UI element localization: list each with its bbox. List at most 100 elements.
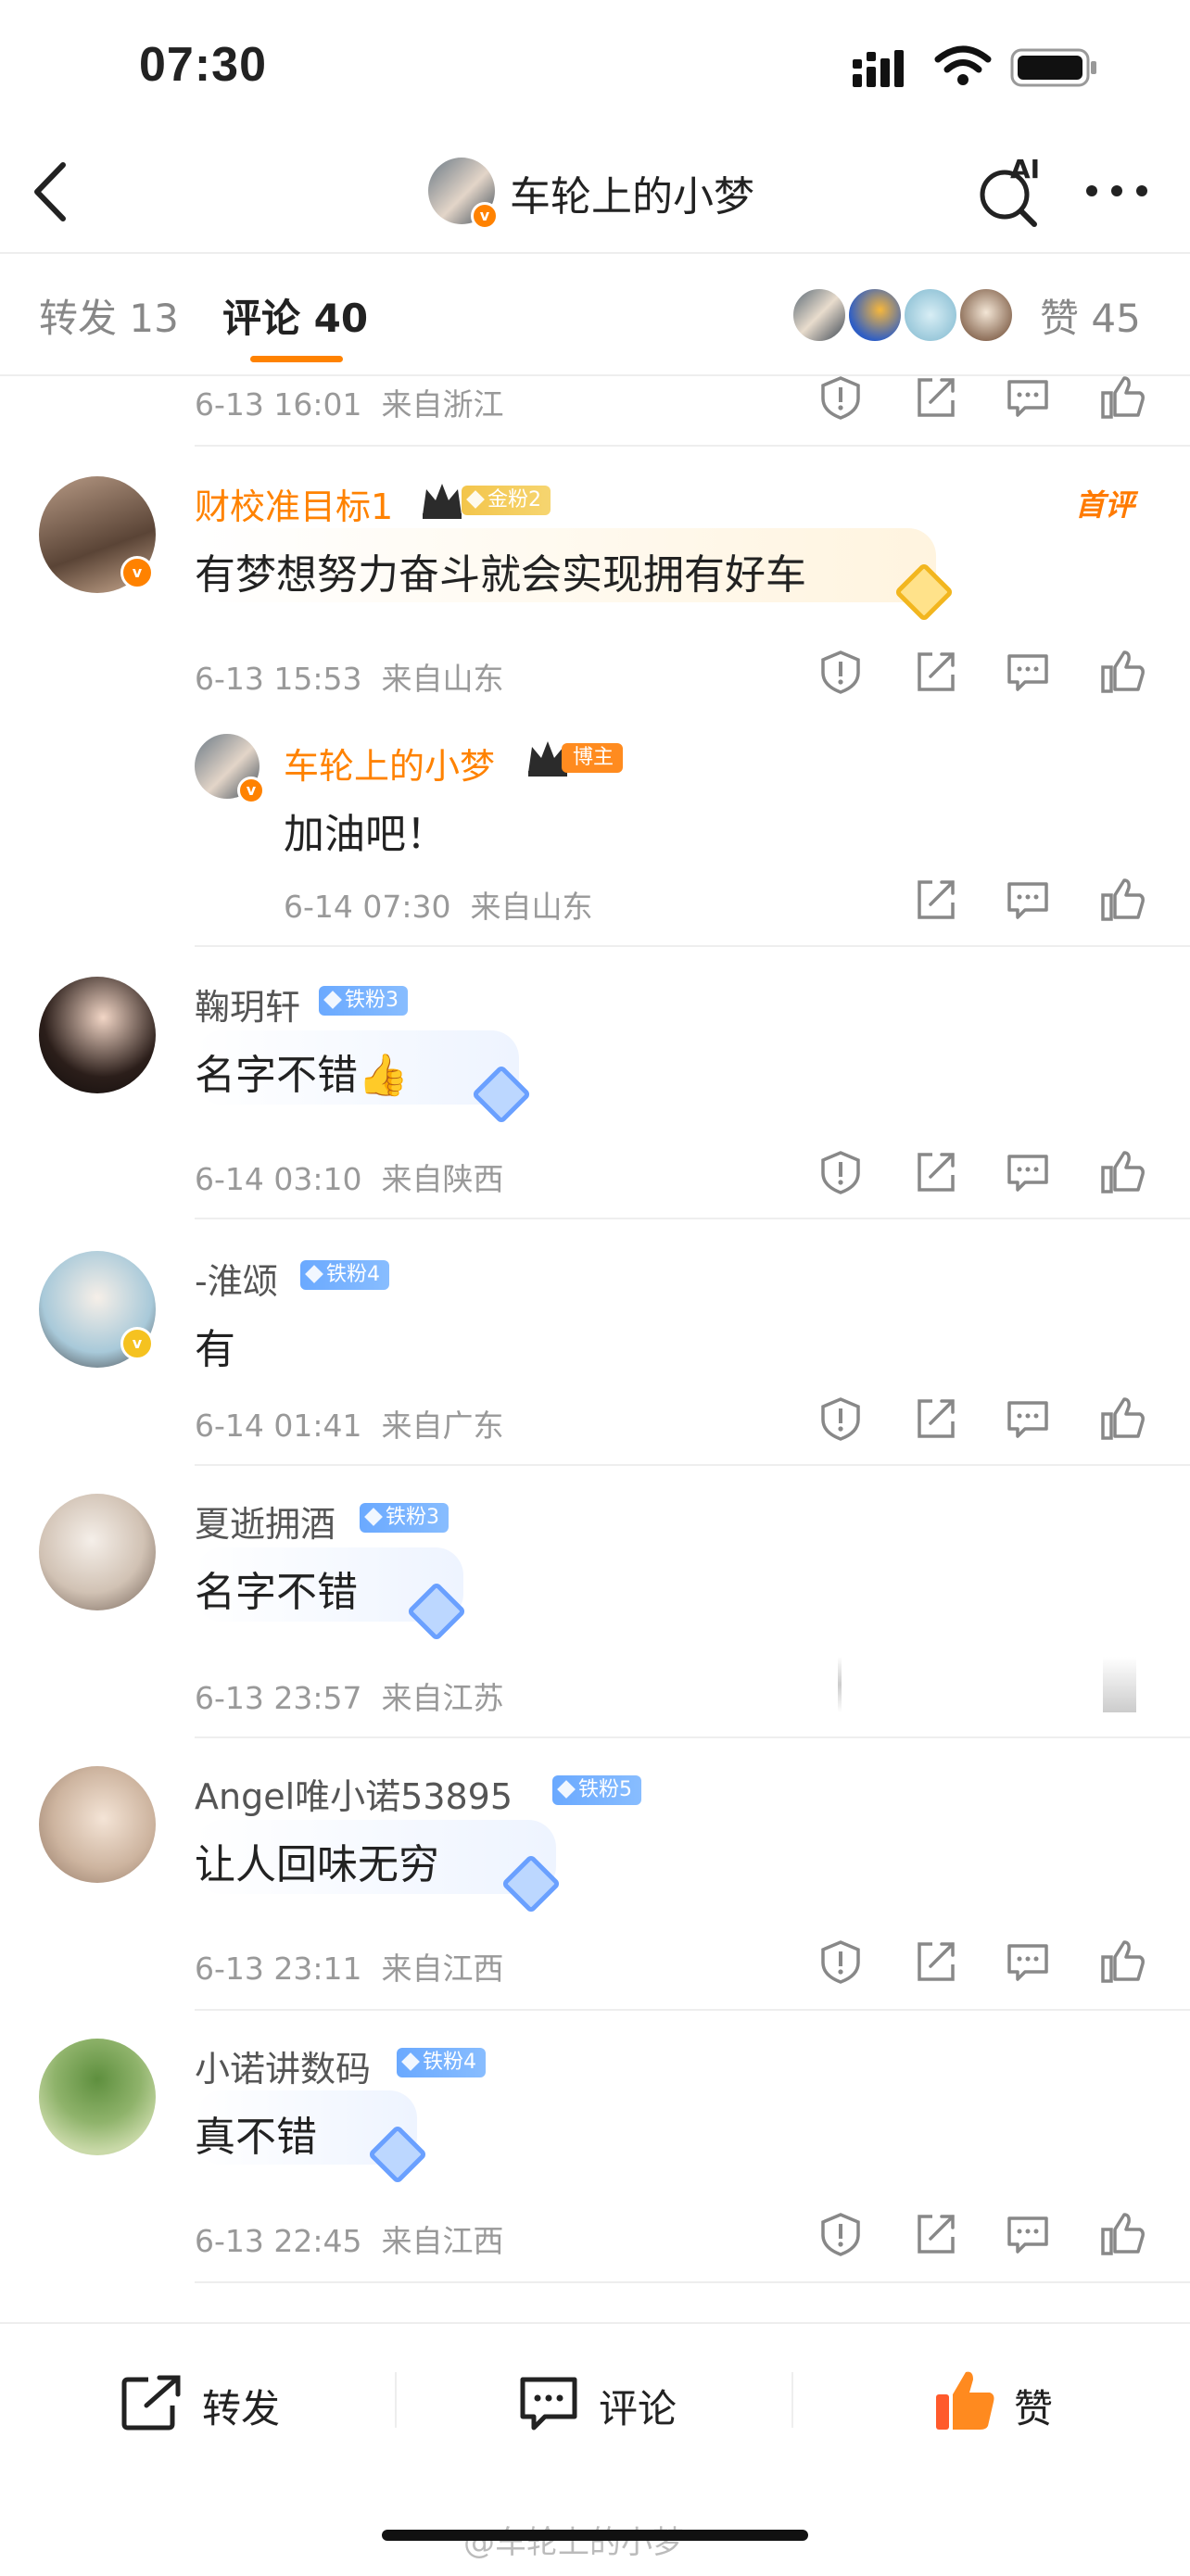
comment-meta: 6-13 23:11 来自江西 (195, 1944, 503, 1989)
report-icon[interactable] (817, 374, 864, 421)
comment-meta: 6-13 16:01 来自浙江 (195, 380, 503, 424)
divider (195, 1464, 1190, 1466)
thumbs-up-icon[interactable] (1099, 1395, 1146, 1442)
comment-time: 6-13 22:45 (195, 2223, 362, 2259)
comment-username[interactable]: 夏逝拥酒 (195, 1496, 335, 1547)
comment-avatar[interactable] (39, 1494, 156, 1610)
reply-username[interactable]: 车轮上的小梦 (284, 738, 495, 789)
thumbs-up-icon[interactable] (1099, 649, 1146, 695)
comment-text: 名字不错👍 (195, 1052, 409, 1099)
tab-repost[interactable]: 转发 13 (39, 287, 179, 344)
comment-avatar[interactable] (39, 2039, 156, 2155)
comment-time: 6-13 16:01 (195, 386, 362, 423)
comment-text: 名字不错 (195, 1569, 358, 1616)
wifi-icon (934, 45, 992, 85)
report-icon[interactable] (817, 649, 864, 695)
divider (791, 2372, 793, 2428)
comment-meta: 6-13 15:53 来自山东 (195, 654, 503, 699)
comment-location: 来自陕西 (381, 1161, 504, 1197)
thumbs-up-icon[interactable] (1099, 1938, 1146, 1985)
back-arrow-icon[interactable] (28, 159, 74, 224)
reply-meta: 6-14 07:30 来自山东 (284, 882, 592, 927)
liker-avatars[interactable] (791, 287, 1014, 343)
share-icon[interactable] (912, 649, 958, 695)
comment-location: 来自山东 (470, 889, 593, 925)
author-badge: 博主 (562, 743, 624, 773)
active-tab-indicator (250, 356, 343, 362)
reply-icon[interactable] (1005, 2211, 1051, 2257)
fan-badge: 金粉2 (462, 486, 551, 515)
comment-username[interactable]: Angel唯小诺53895 (195, 1768, 513, 1819)
reply-icon[interactable] (1005, 1395, 1051, 1442)
comment-icon[interactable] (517, 2374, 582, 2433)
comment-text: 真不错 (195, 2114, 317, 2161)
fan-badge: 铁粉3 (360, 1503, 449, 1533)
comment-button-label[interactable]: 评论 (599, 2378, 677, 2434)
comment-time: 6-14 03:10 (195, 1161, 362, 1197)
comment-meta: 6-14 01:41 来自广东 (195, 1401, 503, 1446)
thumbs-up-icon[interactable] (1099, 2211, 1146, 2257)
reply-icon[interactable] (1005, 1149, 1051, 1195)
share-icon[interactable] (912, 1395, 958, 1442)
verified-badge-icon: v (237, 777, 265, 804)
divider (395, 2372, 397, 2428)
loading-placeholder (1103, 1657, 1136, 1712)
share-icon[interactable] (912, 1149, 958, 1195)
divider (195, 2009, 1190, 2011)
share-icon[interactable] (912, 2211, 958, 2257)
divider (195, 1736, 1190, 1738)
report-icon[interactable] (817, 1395, 864, 1442)
comment-username[interactable]: 财校准目标1 (195, 478, 393, 529)
reply-icon[interactable] (1005, 1938, 1051, 1985)
report-icon[interactable] (817, 2211, 864, 2257)
comment-time: 6-14 07:30 (284, 889, 451, 925)
comment-location: 来自广东 (381, 1408, 504, 1444)
comment-meta: 6-13 22:45 来自江西 (195, 2216, 503, 2261)
reply-icon[interactable] (1005, 877, 1051, 923)
repost-icon[interactable] (120, 2374, 185, 2431)
more-options-icon[interactable] (1084, 182, 1149, 200)
divider (195, 945, 1190, 947)
like-icon[interactable] (932, 2367, 997, 2433)
report-icon[interactable] (817, 1149, 864, 1195)
fan-badge: 铁粉4 (397, 2048, 486, 2077)
fan-badge: 铁粉3 (319, 986, 408, 1016)
liker-avatar (958, 287, 1014, 343)
comment-avatar[interactable] (39, 1766, 156, 1883)
ai-label: AI (1010, 154, 1041, 184)
comment-username[interactable]: 鞠玥轩 (195, 979, 300, 1029)
like-button-label[interactable]: 赞 (1014, 2378, 1053, 2434)
reply-icon[interactable] (1005, 649, 1051, 695)
loading-placeholder (838, 1657, 842, 1712)
comment-time: 6-14 01:41 (195, 1408, 362, 1444)
divider (195, 1218, 1190, 1219)
repost-button-label[interactable]: 转发 (202, 2378, 280, 2434)
first-comment-tag: 首评 (1075, 487, 1135, 523)
battery-icon (1010, 48, 1096, 87)
comment-username[interactable]: 小诺讲数码 (195, 2040, 371, 2091)
report-icon[interactable] (817, 1938, 864, 1985)
verified-badge-icon: v (471, 202, 499, 230)
comment-location: 来自浙江 (381, 386, 504, 423)
thumbs-up-icon[interactable] (1099, 374, 1146, 421)
tab-comments[interactable]: 评论 40 (222, 287, 368, 344)
thumbs-up-icon[interactable] (1099, 1149, 1146, 1195)
status-time: 07:30 (139, 38, 267, 92)
verified-badge-icon: v (120, 556, 154, 589)
crown-icon (423, 484, 462, 519)
thumbs-up-icon[interactable] (1099, 877, 1146, 923)
tab-likes[interactable]: 赞 45 (1040, 287, 1141, 344)
share-icon[interactable] (912, 1938, 958, 1985)
comment-username[interactable]: -淮颂 (195, 1253, 278, 1304)
comment-time: 6-13 23:11 (195, 1951, 362, 1987)
comment-time: 6-13 15:53 (195, 661, 362, 697)
page-title: 车轮上的小梦 (510, 173, 754, 221)
share-icon[interactable] (912, 877, 958, 923)
liker-avatar (791, 287, 847, 343)
comment-avatar[interactable] (39, 977, 156, 1093)
reply-icon[interactable] (1005, 374, 1051, 421)
reply-text: 加油吧！ (284, 811, 447, 858)
share-icon[interactable] (912, 374, 958, 421)
home-indicator (382, 2530, 808, 2541)
comment-location: 来自江西 (381, 2223, 504, 2259)
